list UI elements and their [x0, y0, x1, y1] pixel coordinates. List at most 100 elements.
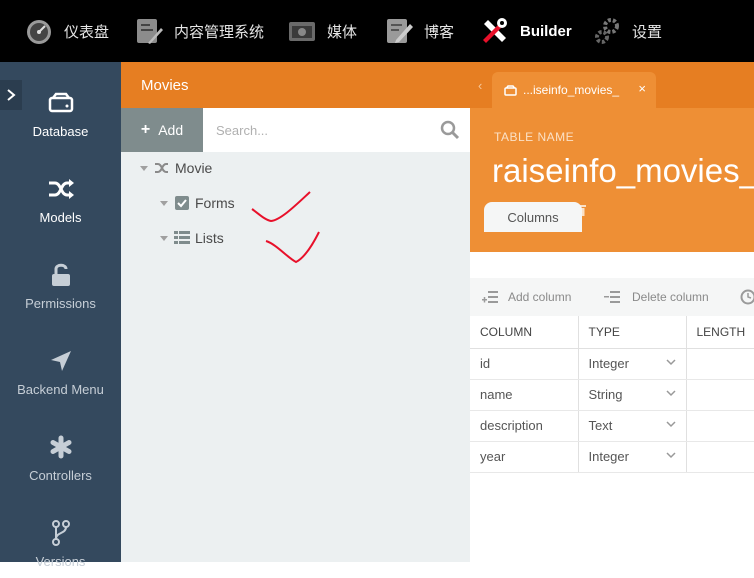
- sidebar-item-versions[interactable]: Versions: [0, 492, 121, 578]
- tree-item-label: Lists: [195, 230, 224, 246]
- nav-blog[interactable]: 博客: [382, 0, 454, 62]
- nav-label: 内容管理系统: [174, 21, 264, 42]
- chevron-down-icon: [666, 452, 676, 459]
- column-name-cell[interactable]: description: [470, 410, 578, 441]
- shuffle-icon: [47, 174, 75, 204]
- type-select[interactable]: Integer: [578, 348, 686, 379]
- lock-icon: [50, 260, 72, 290]
- sidebar-item-database[interactable]: Database: [0, 62, 121, 148]
- shuffle-icon: [154, 160, 170, 176]
- search-icon[interactable]: [440, 120, 460, 140]
- nav-media[interactable]: 媒体: [285, 0, 357, 62]
- nav-dashboard[interactable]: 仪表盘: [22, 0, 109, 62]
- caret-down-icon[interactable]: [160, 201, 168, 206]
- add-column-button[interactable]: Add column: [482, 290, 571, 304]
- table-row: year Integer: [470, 441, 754, 472]
- nav-cms[interactable]: 内容管理系统: [132, 0, 264, 62]
- chevron-down-icon: [666, 421, 676, 428]
- nav-label: 设置: [632, 21, 662, 42]
- handdrawn-checkmark: [264, 228, 322, 266]
- editor-tab[interactable]: ...iseinfo_movies_ ×: [492, 72, 656, 108]
- sidebar-item-label: Models: [40, 210, 82, 225]
- type-value: Text: [589, 418, 613, 433]
- length-cell[interactable]: [686, 441, 754, 472]
- sidebar-item-permissions[interactable]: Permissions: [0, 234, 121, 320]
- table-header-row: COLUMN TYPE LENGTH: [470, 316, 754, 348]
- table-name-value[interactable]: raiseinfo_movies_: [492, 152, 754, 190]
- sidebar-item-backend-menu[interactable]: Backend Menu: [0, 320, 121, 406]
- asterisk-icon: [49, 432, 73, 462]
- type-value: Integer: [589, 449, 629, 464]
- nav-settings[interactable]: 设置: [590, 0, 662, 62]
- chevron-down-icon: [666, 359, 676, 366]
- header-column: COLUMN: [470, 316, 578, 348]
- table-editor: ‹ ...iseinfo_movies_ × TABLE NAME raisei…: [470, 62, 754, 562]
- column-name-cell[interactable]: year: [470, 441, 578, 472]
- caret-down-icon[interactable]: [140, 166, 148, 171]
- column-name-cell[interactable]: id: [470, 348, 578, 379]
- tools-icon: [478, 14, 512, 48]
- sidebar-item-label: Database: [33, 124, 89, 139]
- cms-icon: [132, 14, 166, 48]
- search-input[interactable]: [203, 108, 470, 152]
- left-sidebar: Database Models Permissions Backend Menu…: [0, 62, 121, 562]
- model-tree-panel: Movies + Add Movie Forms Lists: [121, 62, 470, 562]
- delete-column-label: Delete column: [632, 290, 709, 304]
- sidebar-item-label: Controllers: [29, 468, 92, 483]
- clock-icon[interactable]: [740, 289, 754, 305]
- table-row: description Text: [470, 410, 754, 441]
- delete-column-icon: [604, 290, 620, 304]
- tree-item-label: Movie: [175, 160, 212, 176]
- header-type: TYPE: [578, 316, 686, 348]
- type-select[interactable]: String: [578, 379, 686, 410]
- add-button[interactable]: + Add: [121, 108, 203, 152]
- length-cell[interactable]: [686, 348, 754, 379]
- dashboard-icon: [22, 14, 56, 48]
- sidebar-item-label: Backend Menu: [17, 382, 104, 397]
- delete-column-button[interactable]: Delete column: [604, 290, 709, 304]
- nav-label: 媒体: [327, 21, 357, 42]
- sidebar-item-controllers[interactable]: Controllers: [0, 406, 121, 492]
- sidebar-item-models[interactable]: Models: [0, 148, 121, 234]
- column-name-cell[interactable]: name: [470, 379, 578, 410]
- checkbox-icon: [174, 195, 190, 211]
- length-cell[interactable]: [686, 410, 754, 441]
- columns-table: COLUMN TYPE LENGTH id Integer name Strin…: [470, 316, 754, 473]
- plus-icon: +: [141, 121, 150, 139]
- editor-tab-title: ...iseinfo_movies_: [523, 83, 619, 97]
- nav-label: 仪表盘: [64, 21, 109, 42]
- type-value: Integer: [589, 356, 629, 371]
- tree-item-forms[interactable]: Forms: [160, 195, 235, 211]
- caret-down-icon[interactable]: [160, 236, 168, 241]
- add-column-icon: [482, 290, 498, 304]
- pencil-icon: [382, 14, 416, 48]
- add-button-label: Add: [158, 122, 183, 138]
- columns-toolbar: Add column Delete column: [470, 282, 754, 316]
- list-icon: [174, 230, 190, 246]
- database-icon: [504, 85, 517, 96]
- header-length: LENGTH: [686, 316, 754, 348]
- length-cell[interactable]: [686, 379, 754, 410]
- nav-builder[interactable]: Builder: [478, 0, 572, 62]
- type-select[interactable]: Text: [578, 410, 686, 441]
- type-value: String: [589, 387, 623, 402]
- top-navigation: 仪表盘 内容管理系统 媒体 博客 Builder 设置: [0, 0, 754, 62]
- location-arrow-icon: [49, 346, 73, 376]
- nav-label: Builder: [520, 23, 572, 40]
- tree-item-movie[interactable]: Movie: [140, 160, 212, 176]
- handdrawn-checkmark: [249, 190, 313, 226]
- tab-scroll-left-icon[interactable]: ‹: [478, 78, 482, 93]
- table-name-label: TABLE NAME: [494, 130, 574, 144]
- type-select[interactable]: Integer: [578, 441, 686, 472]
- branch-icon: [51, 518, 71, 548]
- tree-item-lists[interactable]: Lists: [160, 230, 224, 246]
- tab-columns[interactable]: Columns: [484, 202, 582, 232]
- table-row: id Integer: [470, 348, 754, 379]
- chevron-down-icon: [666, 390, 676, 397]
- close-icon[interactable]: ×: [638, 81, 646, 96]
- camera-icon: [285, 14, 319, 48]
- database-icon: [48, 88, 74, 118]
- sidebar-item-label: Permissions: [25, 296, 96, 311]
- table-row: name String: [470, 379, 754, 410]
- add-column-label: Add column: [508, 290, 571, 304]
